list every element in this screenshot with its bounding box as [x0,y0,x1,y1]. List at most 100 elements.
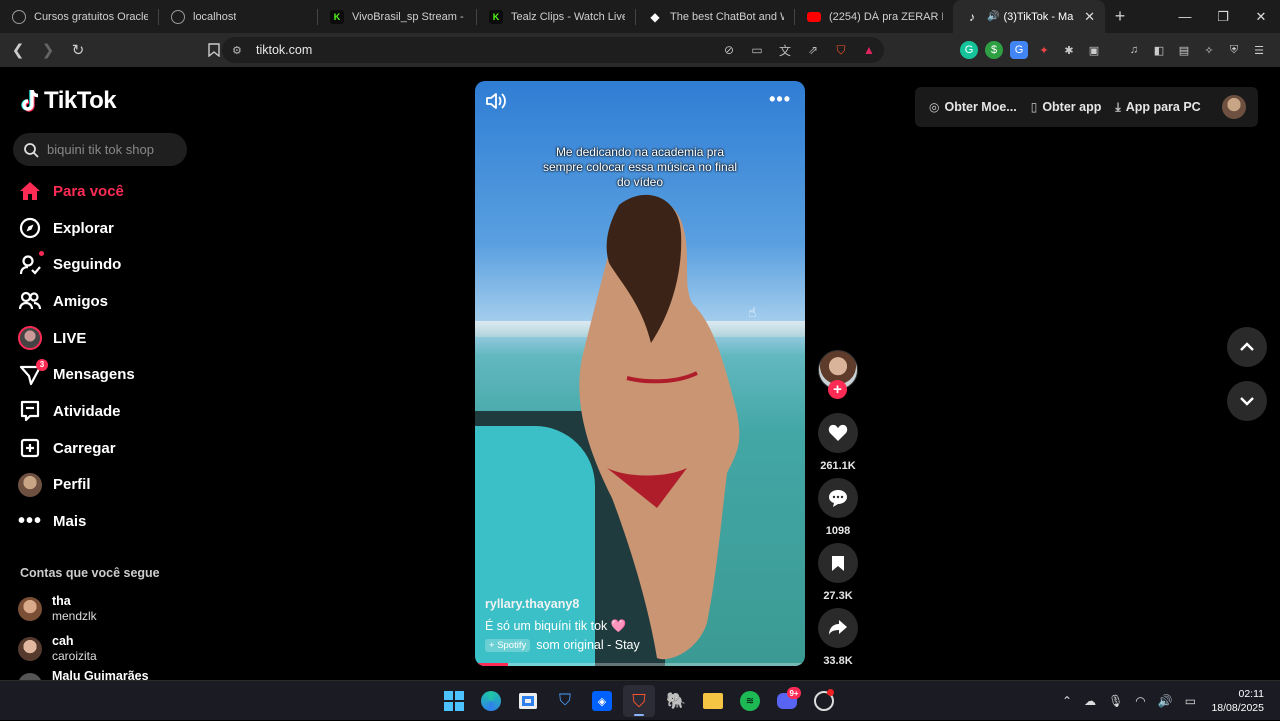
reload-icon[interactable]: ↻ [66,38,90,62]
comment-icon[interactable] [818,478,858,518]
search-input[interactable] [47,142,177,157]
window-controls: — ❐ ✕ [1166,0,1280,33]
tab-localhost[interactable]: localhost [159,0,317,33]
grammarly-icon[interactable]: G [960,41,978,59]
nav-item-carregar[interactable]: Carregar [16,430,226,467]
brave-rewards-icon[interactable]: ▲ [860,41,878,59]
tab-tiktok[interactable]: ♪ 🔊 (3)TikTok - Make Yo ✕ [953,0,1105,33]
close-tab-icon[interactable]: ✕ [1084,9,1095,25]
windows-taskbar: ⛉ ◈ ⛉ 🐘 ≋ 9+ ⌃ ☁ 🎙 ◠ 🔊 ▭ 02:11 18/08/202… [0,680,1280,720]
nav-item-amigos[interactable]: Amigos [16,283,226,320]
back-icon[interactable]: ❮ [6,38,30,62]
previous-video-button[interactable] [1227,327,1267,367]
spotify-icon[interactable]: ≋ [734,685,766,717]
nav-item-seguindo[interactable]: Seguindo [16,246,226,283]
nav-item-live[interactable]: LIVE [16,320,226,357]
sidebar: TikTok Para você Explorar Seguindo Amigo… [0,67,230,693]
volume-icon[interactable] [485,91,507,111]
chevron-up-icon[interactable]: ⌃ [1062,694,1072,708]
site-info-icon[interactable]: ⚙ [232,44,244,57]
pc-app-button[interactable]: ⤓ App para PC [1115,100,1200,115]
minimize-icon[interactable]: — [1166,0,1204,33]
coin-icon: ◎ [929,100,940,114]
discord-icon[interactable]: 9+ [771,685,803,717]
share-icon[interactable]: ⇗ [804,41,822,59]
user-avatar[interactable] [1222,95,1246,119]
follow-plus-icon[interactable]: + [828,380,847,399]
onedrive-icon[interactable]: ☁ [1084,694,1096,708]
puzzle-icon[interactable]: ✱ [1060,41,1078,59]
video-player[interactable]: ••• Me dedicando na academia pra sempre … [475,81,805,666]
browser-tab-bar: Cursos gratuitos Oracle localhost K Vivo… [0,0,1280,33]
tiktok-logo[interactable]: TikTok [20,87,117,115]
like-action[interactable]: 261.1K [818,413,858,472]
leo-ai-icon[interactable]: ✧ [1200,41,1218,59]
comment-action[interactable]: 1098 [818,478,858,537]
tab-oracle[interactable]: Cursos gratuitos Oracle [0,0,158,33]
more-options-icon[interactable]: ••• [769,89,791,110]
tab-youtube[interactable]: (2254) DÁ pra ZERAR Pok [795,0,953,33]
address-bar: ❮ ❯ ↻ ⚙ tiktok.com ⊘ ▭ 文 ⇗ ⛉ ▲ G $ G ✦ ✱… [0,33,1280,67]
file-explorer-icon[interactable] [697,685,729,717]
get-coins-button[interactable]: ◎ Obter Moe... [929,100,1017,114]
postgres-icon[interactable]: 🐘 [660,685,692,717]
get-app-button[interactable]: ▯ Obter app [1031,100,1102,114]
following-account[interactable]: tha mendzlk [18,589,218,629]
bookmark-icon[interactable] [818,543,858,583]
share-action[interactable]: 33.8K [818,608,858,667]
brave-shield-icon[interactable]: ⛉ [832,41,850,59]
windows-start-icon[interactable] [438,685,470,717]
nav-item-explorar[interactable]: Explorar [16,210,226,247]
share-icon[interactable] [818,608,858,648]
money-extension-icon[interactable]: $ [985,41,1003,59]
sidebar-icon[interactable]: ◧ [1150,41,1168,59]
chatbot-icon: ◆ [650,9,660,24]
url-field[interactable]: ⚙ tiktok.com ⊘ ▭ 文 ⇗ ⛉ ▲ [222,37,884,63]
nav-label: Mais [53,513,87,531]
nav-item-atividade[interactable]: Atividade [16,393,226,430]
translate-icon[interactable]: 文 [776,41,794,59]
nav-item-mais[interactable]: ••• Mais [16,503,226,540]
avatar [18,637,42,661]
red-extension-icon[interactable]: ✦ [1035,41,1053,59]
steam-icon[interactable] [808,685,840,717]
dropbox-icon[interactable]: ◈ [586,685,618,717]
menu-icon[interactable]: ☰ [1250,41,1268,59]
vpn-icon[interactable]: ⛨ [1225,41,1243,59]
media-icon[interactable]: ♫ [1125,41,1143,59]
tab-kick-tealz[interactable]: K Tealz Clips - Watch Live or [477,0,635,33]
edge-icon[interactable] [475,685,507,717]
search-icon[interactable] [23,142,39,158]
box-extension-icon[interactable]: ▣ [1085,41,1103,59]
battery-icon[interactable]: ▭ [1185,694,1196,708]
nav-item-perfil[interactable]: Perfil [16,467,226,504]
volume-icon[interactable]: 🔊 [1158,694,1173,708]
heart-icon[interactable] [818,413,858,453]
next-video-button[interactable] [1227,381,1267,421]
avatar [18,597,42,621]
following-account[interactable]: cah caroizita [18,629,218,669]
close-window-icon[interactable]: ✕ [1242,0,1280,33]
save-action[interactable]: 27.3K [818,543,858,602]
restore-icon[interactable]: ❐ [1204,0,1242,33]
new-tab-button[interactable]: + [1105,6,1135,27]
nav-item-mensagens[interactable]: 3 Mensagens [16,356,226,393]
store-icon[interactable] [512,685,544,717]
screen-icon[interactable]: ▭ [748,41,766,59]
forward-icon[interactable]: ❯ [36,38,60,62]
nav-item-para-voce[interactable]: Para você [16,173,226,210]
tab-kick-vivobrasil[interactable]: K VivoBrasil_sp Stream - Wa [318,0,476,33]
bitwarden-icon[interactable]: ⛉ [549,685,581,717]
profile-icon [16,471,44,499]
wifi-icon[interactable]: ◠ [1135,694,1145,708]
system-clock[interactable]: 02:11 18/08/2025 [1211,687,1264,715]
tab-chatbot[interactable]: ◆ The best ChatBot and Wid [636,0,794,33]
video-author[interactable]: ryllary.thayany8 [485,597,785,611]
music-info[interactable]: + Spotify som original - Stay [485,638,785,652]
cast-off-icon[interactable]: ⊘ [720,41,738,59]
brave-browser-icon[interactable]: ⛉ [623,685,655,717]
microphone-icon[interactable]: 🎙 [1108,694,1123,708]
video-progress-bar[interactable] [475,663,805,666]
wallet-icon[interactable]: ▤ [1175,41,1193,59]
google-translate-icon[interactable]: G [1010,41,1028,59]
